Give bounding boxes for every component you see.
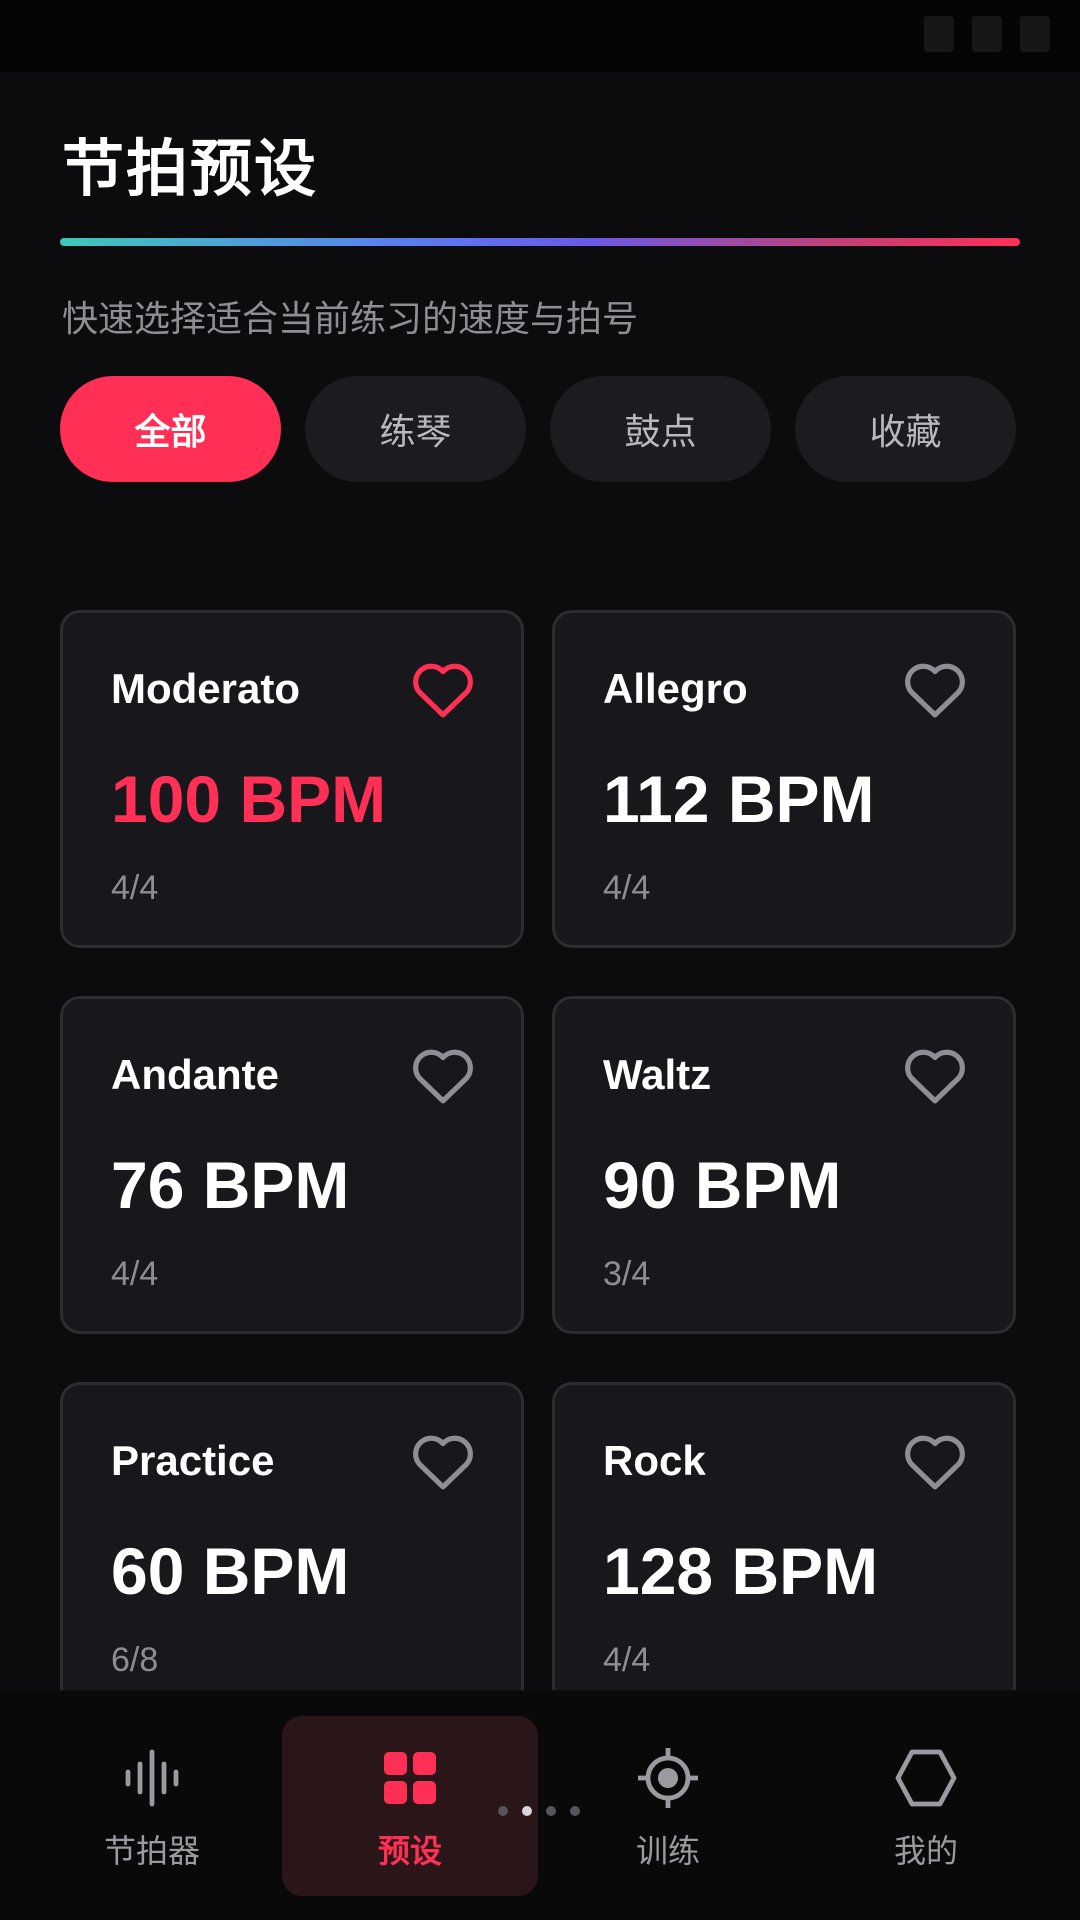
heart-icon[interactable] [901, 1045, 969, 1105]
preset-name: Allegro [603, 665, 748, 712]
filter-chip-favorites[interactable]: 收藏 [795, 376, 1016, 482]
preset-bpm: 128 BPM [603, 1534, 879, 1608]
preset-card-rock[interactable]: Rock 128 BPM 4/4 [552, 1382, 1016, 1690]
status-bar [0, 0, 1080, 72]
title-divider [60, 238, 1020, 246]
preset-bpm: 112 BPM [603, 762, 875, 836]
page-dot-active [522, 1806, 532, 1816]
preset-time-signature: 3/4 [603, 1255, 651, 1293]
preset-card-practice[interactable]: Practice 60 BPM 6/8 [60, 1382, 524, 1690]
nav-label: 预设 [377, 1832, 442, 1870]
preset-time-signature: 4/4 [111, 869, 159, 907]
grid-icon [384, 1752, 436, 1804]
preset-card-waltz[interactable]: Waltz 90 BPM 3/4 [552, 996, 1016, 1334]
preset-time-signature: 4/4 [603, 869, 651, 907]
page-title: 节拍预设 [62, 132, 319, 205]
page-dot [570, 1806, 580, 1816]
preset-bpm: 60 BPM [111, 1534, 350, 1608]
preset-grid: Moderato 100 BPM 4/4 Allegro 112 BPM 4/4… [60, 610, 1020, 1690]
preset-bpm: 90 BPM [603, 1148, 842, 1222]
nav-item-metronome[interactable]: 节拍器 [24, 1716, 280, 1896]
preset-name: Waltz [603, 1051, 712, 1098]
page-indicator [498, 1806, 580, 1816]
nav-label: 节拍器 [103, 1832, 200, 1870]
target-icon [638, 1748, 698, 1808]
preset-name: Andante [111, 1051, 279, 1098]
page-dot [498, 1806, 508, 1816]
preset-time-signature: 6/8 [111, 1641, 159, 1679]
page-dot [546, 1806, 556, 1816]
heart-icon[interactable] [901, 1431, 969, 1491]
preset-name: Practice [111, 1437, 275, 1484]
signal-icon [972, 16, 1002, 52]
heart-icon[interactable] [409, 1431, 477, 1491]
waveform-icon [125, 1749, 179, 1807]
page-subtitle: 快速选择适合当前练习的速度与拍号 [62, 299, 639, 340]
heart-icon[interactable] [409, 1045, 477, 1105]
filter-chip-all[interactable]: 全部 [60, 376, 281, 482]
heart-icon[interactable] [409, 659, 477, 719]
battery-icon [1020, 16, 1050, 52]
filter-chip-drums[interactable]: 鼓点 [550, 376, 771, 482]
heart-icon[interactable] [901, 659, 969, 719]
wifi-icon [924, 16, 954, 52]
preset-card-andante[interactable]: Andante 76 BPM 4/4 [60, 996, 524, 1334]
nav-label: 训练 [635, 1832, 700, 1870]
hexagon-icon [895, 1749, 957, 1807]
preset-bpm: 76 BPM [111, 1148, 350, 1222]
filter-chips: 全部 练琴 鼓点 收藏 [60, 376, 1016, 482]
preset-name: Rock [603, 1437, 706, 1484]
preset-card-moderato[interactable]: Moderato 100 BPM 4/4 [60, 610, 524, 948]
preset-time-signature: 4/4 [603, 1641, 651, 1679]
preset-time-signature: 4/4 [111, 1255, 159, 1293]
system-icons [924, 16, 1050, 52]
filter-chip-piano[interactable]: 练琴 [305, 376, 526, 482]
nav-item-profile[interactable]: 我的 [798, 1716, 1054, 1896]
preset-bpm: 100 BPM [111, 762, 387, 836]
preset-name: Moderato [111, 665, 300, 712]
nav-label: 我的 [893, 1832, 958, 1870]
preset-card-allegro[interactable]: Allegro 112 BPM 4/4 [552, 610, 1016, 948]
